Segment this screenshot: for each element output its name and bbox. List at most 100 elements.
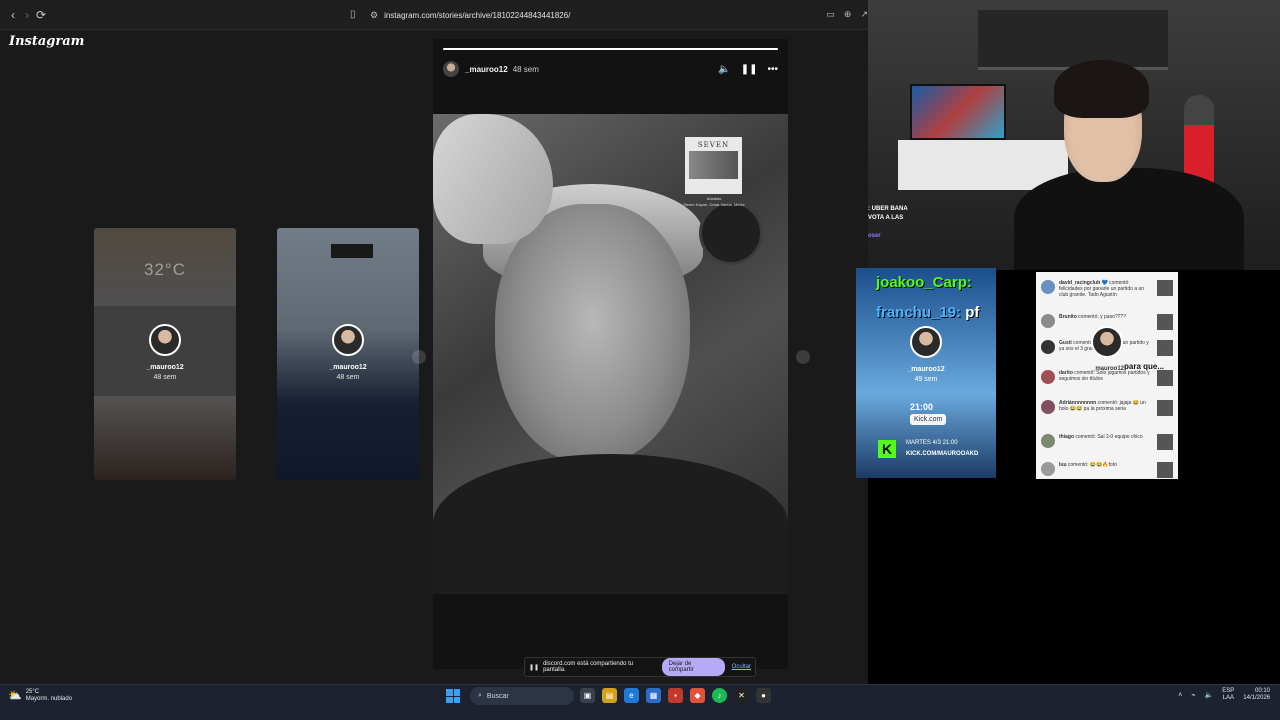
story-username: _mauroo12: [907, 366, 945, 373]
pause-icon[interactable]: ❚❚: [741, 64, 758, 75]
avatar: [1041, 314, 1055, 328]
avatar[interactable]: [443, 61, 459, 77]
more-options-icon[interactable]: •••: [767, 64, 778, 75]
comment-row: thiago comentó: Sal 2-0 equipo chico: [1041, 434, 1173, 456]
chevron-up-icon[interactable]: ˄: [1178, 692, 1182, 699]
story-time: 48 sem: [153, 374, 177, 381]
back-icon[interactable]: ‹: [6, 8, 20, 22]
tv-screen: [910, 84, 1006, 140]
language-indicator[interactable]: ESP LAA: [1222, 688, 1234, 702]
volume-icon[interactable]: 🔈: [718, 64, 730, 75]
kick-url: KICK.COM/MAUROOAKD: [906, 451, 979, 457]
start-button[interactable]: [446, 689, 460, 703]
webcam-overlay: : UBER BANA VOTA A LAS oser: [868, 0, 1280, 270]
comment-text: Brunito comentó: y paso????: [1059, 314, 1126, 320]
network-icon[interactable]: ⌁: [1191, 691, 1195, 699]
thumbnail: [1157, 340, 1173, 356]
capcut-icon[interactable]: ✕: [734, 688, 749, 703]
clock-date: 14/1/2026: [1243, 695, 1270, 701]
next-story-arrow[interactable]: ›: [796, 350, 810, 364]
windows-taskbar: ⛅ 25°C Mayorm. nublado ⌕ Buscar ▣ ▤ e ▦ …: [0, 684, 1280, 720]
chat-line: VOTA A LAS: [868, 215, 904, 221]
lang-top: ESP: [1222, 688, 1235, 694]
streamer-body: [1014, 168, 1244, 270]
main-story[interactable]: _mauroo12 48 sem 🔈 ❚❚ ••• SEVEN Añadido …: [433, 39, 788, 669]
site-info-icon[interactable]: ⚙: [370, 10, 378, 21]
screen-share-banner: ❚❚ discord.com está compartiendo tu pant…: [524, 657, 756, 677]
story-header: _mauroo12 48 sem 🔈 ❚❚ •••: [443, 60, 778, 78]
cast-icon[interactable]: ▭: [826, 9, 835, 20]
avatar: [1041, 280, 1055, 294]
avatar: [149, 324, 181, 356]
chat-line: : UBER BANA: [868, 206, 908, 212]
screen: ‹ › ⟳ ▯ ⚙ instagram.com/stories/archive/…: [0, 0, 1280, 720]
story-photo: SEVEN Añadido Seven Kayne, Omar Varela, …: [433, 114, 788, 594]
app-icon[interactable]: ▪: [668, 688, 683, 703]
thumbnail: [1157, 370, 1173, 386]
side-story-1[interactable]: 32°C _mauroo12 48 sem: [94, 228, 236, 480]
weather-desc: Mayorm. nublado: [25, 696, 73, 702]
avatar: [1041, 462, 1055, 476]
edge-icon[interactable]: e: [624, 688, 639, 703]
avatar: [1041, 400, 1055, 414]
wall-clock: [699, 201, 763, 265]
bookmark-icon[interactable]: ▯: [350, 9, 360, 21]
music-artists: Seven Kayne, Omar Varela, Mvrkx: [683, 202, 745, 207]
previous-story-arrow[interactable]: ‹: [412, 350, 426, 364]
thumbnail: [1157, 462, 1173, 478]
avatar: [1041, 340, 1055, 354]
avatar: [1041, 370, 1055, 384]
brave-icon[interactable]: ◆: [690, 688, 705, 703]
story-username[interactable]: _mauroo12: [465, 65, 508, 74]
comment-row: Adriánnnnnnnn comentó: jajaja 😂 un bolo …: [1041, 400, 1173, 422]
instagram-page: Instagram 32°C _mauroo12 48 sem _mauroo1…: [0, 30, 868, 684]
clock-time: 00:10: [1254, 688, 1270, 694]
file-explorer-icon[interactable]: ▤: [602, 688, 617, 703]
side-story-2[interactable]: _mauroo12 48 sem: [277, 228, 419, 480]
avatar: [1041, 434, 1055, 448]
weather-temp: 25°C: [25, 689, 40, 695]
browser-actions: ▭ ⊕ ↗: [826, 9, 868, 20]
forward-icon[interactable]: ›: [20, 8, 34, 22]
volume-icon[interactable]: 🔈: [1205, 691, 1214, 699]
comment-text: david_racingclub 💙 comentó: felicidades …: [1059, 280, 1145, 298]
browser-toolbar: ‹ › ⟳ ▯ ⚙ instagram.com/stories/archive/…: [0, 0, 868, 30]
obs-icon[interactable]: ●: [756, 688, 771, 703]
share-icon[interactable]: ↗: [860, 9, 868, 20]
side-story-3[interactable]: _mauroo12 49 sem 21:00 Kick.com K MARTES…: [856, 268, 996, 478]
instagram-logo[interactable]: Instagram: [9, 34, 84, 49]
avatar: [1091, 326, 1123, 358]
comment-text: luu comentó: 😂😂🔥foto: [1059, 462, 1117, 468]
thumbnail: [1157, 400, 1173, 416]
story-username: _mauroo12: [146, 364, 184, 371]
comment-row: luu comentó: 😂😂🔥foto: [1041, 462, 1173, 479]
music-sticker-title: SEVEN: [697, 141, 730, 149]
system-tray: ˄ ⌁ 🔈 ESP LAA 00:10 14/1/2026: [1178, 688, 1270, 702]
thumbnail: [1157, 280, 1173, 296]
stop-sharing-button[interactable]: Dejar de compartir: [661, 658, 725, 676]
side-story-4[interactable]: david_racingclub 💙 comentó: felicidades …: [1036, 272, 1178, 479]
stream-time: 21:00: [910, 402, 934, 412]
story-time: 48 sem: [336, 374, 360, 381]
weather-widget[interactable]: ⛅ 25°C Mayorm. nublado: [8, 689, 72, 703]
task-view-icon[interactable]: ▣: [580, 688, 595, 703]
taskbar-clock[interactable]: 00:10 14/1/2026: [1243, 688, 1270, 702]
zoom-icon[interactable]: ⊕: [844, 9, 852, 20]
music-sticker[interactable]: SEVEN: [685, 137, 742, 194]
comment-text: thiago comentó: Sal 2-0 equipo chico: [1059, 434, 1143, 440]
stream-date: MARTES 4/3 21:00: [906, 440, 958, 446]
taskbar-search[interactable]: ⌕ Buscar: [470, 687, 574, 705]
chat-line: oser: [868, 233, 881, 239]
thumbnail: [1157, 434, 1173, 450]
hide-banner-link[interactable]: Ocultar: [732, 664, 751, 670]
reload-icon[interactable]: ⟳: [34, 8, 48, 22]
streamer-hair: [1054, 60, 1149, 118]
address-bar[interactable]: ▯ ⚙ instagram.com/stories/archive/181022…: [350, 5, 868, 25]
kick-logo-icon: K: [878, 440, 896, 458]
kick-link-sticker[interactable]: Kick.com: [910, 414, 947, 425]
spotify-icon[interactable]: ♪: [712, 688, 727, 703]
store-icon[interactable]: ▦: [646, 688, 661, 703]
comment-text: Adriánnnnnnnn comentó: jajaja 😂 un bolo …: [1059, 400, 1146, 412]
album-art: [689, 151, 738, 179]
story-username: _mauroo12: [329, 364, 367, 371]
